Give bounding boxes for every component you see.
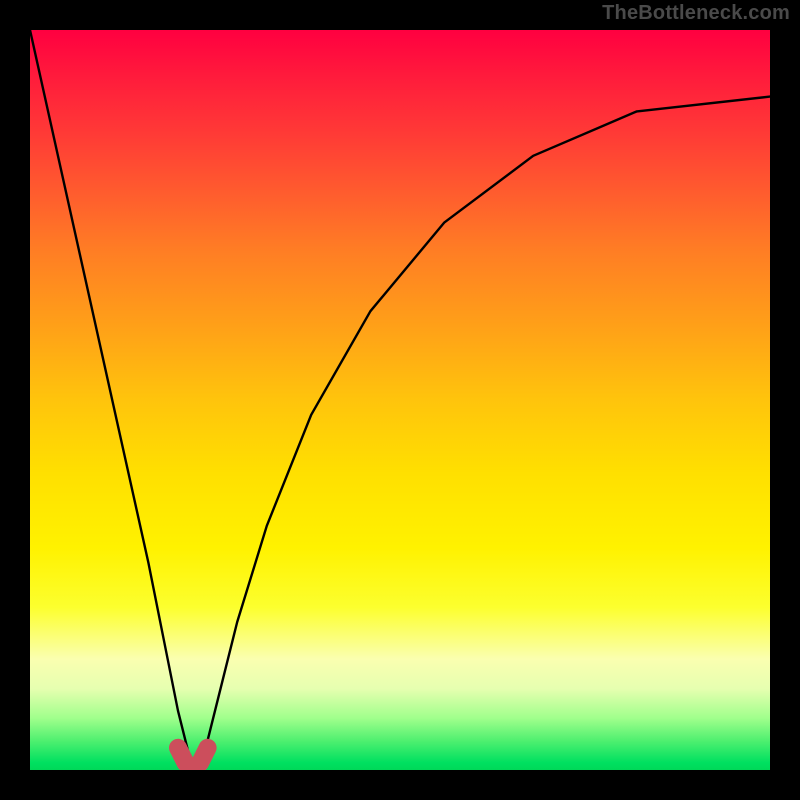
chart-frame: TheBottleneck.com (0, 0, 800, 800)
plot-area (30, 30, 770, 770)
curve-layer (30, 30, 770, 770)
watermark-text: TheBottleneck.com (602, 2, 790, 25)
bottleneck-curve (30, 30, 770, 770)
valley-marker (178, 748, 208, 770)
